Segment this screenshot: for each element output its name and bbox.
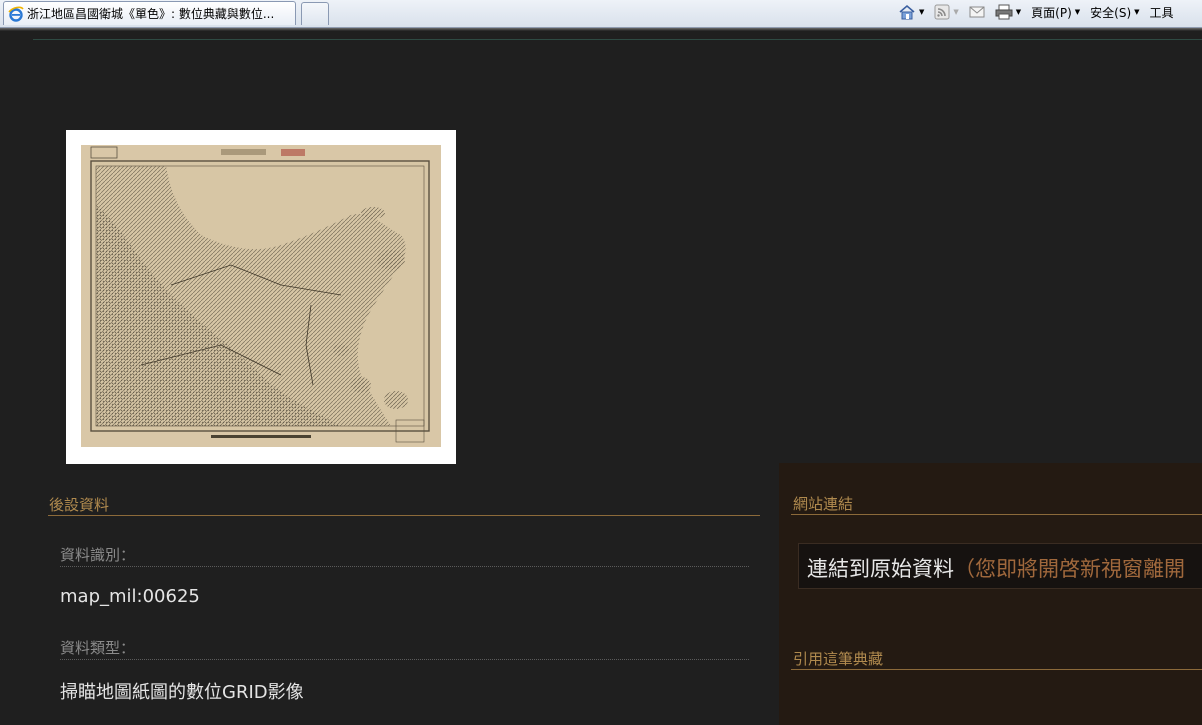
chevron-down-icon: ▼ — [1015, 8, 1022, 16]
chevron-down-icon: ▼ — [1074, 8, 1081, 16]
tools-menu-button[interactable]: 工具 — [1150, 4, 1174, 21]
links-section-title: 網站連結 — [793, 495, 854, 513]
command-bar: ▼ ▼ ▼ 頁面(P) ▼ 安全(S) ▼ 工具 — [898, 2, 1184, 22]
field-divider — [60, 659, 749, 660]
mail-button[interactable] — [969, 5, 985, 19]
new-tab-button[interactable] — [301, 2, 329, 25]
mail-icon — [969, 6, 985, 18]
field-value-identifier: map_mil:00625 — [60, 586, 200, 607]
browser-tab[interactable]: 浙江地區昌國衛城《單色》: 數位典藏與數位... — [3, 1, 296, 25]
map-image — [81, 145, 441, 447]
page-menu-label: 頁面(P) — [1031, 5, 1072, 20]
original-source-link[interactable]: 連結到原始資料（您即將開啓新視窗離開 — [798, 543, 1202, 589]
header-divider — [33, 39, 1202, 40]
field-value-type: 掃瞄地圖紙圖的數位GRID影像 — [60, 682, 304, 703]
cite-section-title: 引用這筆典藏 — [793, 650, 884, 668]
new-window-notice: （您即將開啓新視窗離開 — [954, 557, 1185, 581]
links-divider — [791, 514, 1202, 515]
print-button[interactable]: ▼ — [995, 4, 1021, 20]
chevron-down-icon: ▼ — [919, 8, 925, 16]
chrome-shadow — [0, 28, 1202, 31]
tools-menu-label: 工具 — [1149, 5, 1174, 20]
safety-menu-button[interactable]: 安全(S) ▼ — [1090, 4, 1139, 21]
field-label-identifier: 資料識別： — [60, 546, 136, 564]
tab-title: 浙江地區昌國衛城《單色》: 數位典藏與數位... — [27, 7, 275, 21]
ie-icon — [8, 6, 24, 22]
field-divider — [60, 566, 749, 567]
metadata-section-title: 後設資料 — [49, 496, 110, 514]
home-button[interactable]: ▼ — [898, 4, 924, 20]
field-label-type: 資料類型： — [60, 639, 136, 657]
browser-toolbar: 浙江地區昌國衛城《單色》: 數位典藏與數位... ▼ ▼ ▼ 頁面(P) ▼ 安… — [0, 0, 1202, 28]
printer-icon — [995, 4, 1013, 20]
rss-icon — [934, 4, 950, 20]
feeds-button[interactable]: ▼ — [934, 4, 959, 20]
metadata-divider — [48, 515, 760, 516]
page-menu-button[interactable]: 頁面(P) ▼ — [1031, 4, 1080, 21]
home-icon — [899, 4, 915, 20]
chevron-down-icon: ▼ — [953, 8, 959, 16]
safety-menu-label: 安全(S) — [1090, 5, 1132, 20]
original-source-link-text[interactable]: 連結到原始資料 — [807, 557, 954, 581]
chevron-down-icon: ▼ — [1134, 8, 1140, 16]
map-thumbnail[interactable] — [66, 130, 456, 464]
cite-divider — [791, 669, 1202, 670]
